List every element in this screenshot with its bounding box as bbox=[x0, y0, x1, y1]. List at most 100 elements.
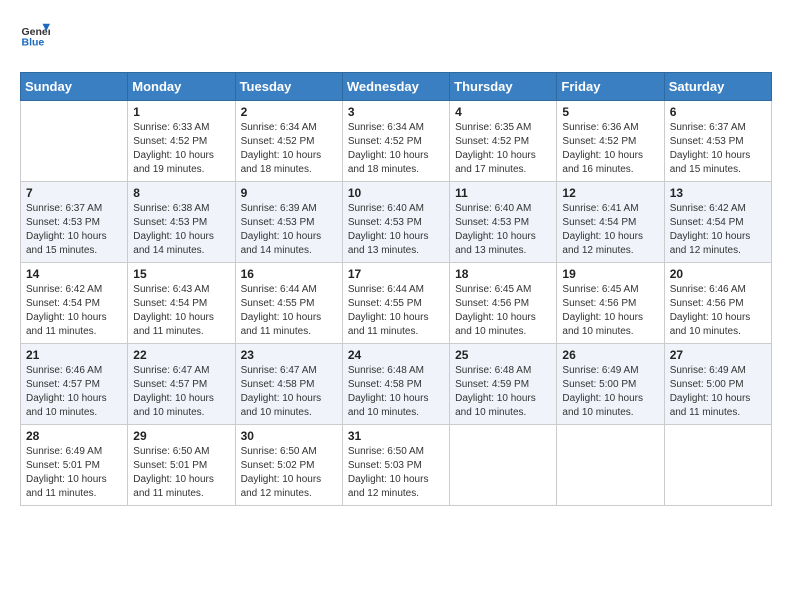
day-info: Sunrise: 6:42 AM Sunset: 4:54 PM Dayligh… bbox=[670, 202, 766, 258]
calendar-cell: 17 Sunrise: 6:44 AM Sunset: 4:55 PM Dayli… bbox=[342, 263, 449, 344]
day-info: Sunrise: 6:49 AM Sunset: 5:00 PM Dayligh… bbox=[670, 364, 766, 420]
day-info: Sunrise: 6:45 AM Sunset: 4:56 PM Dayligh… bbox=[562, 283, 658, 339]
day-number: 19 bbox=[562, 267, 658, 281]
calendar-cell: 1 Sunrise: 6:33 AM Sunset: 4:52 PM Daylig… bbox=[128, 101, 235, 182]
day-number: 21 bbox=[26, 348, 122, 362]
day-info: Sunrise: 6:35 AM Sunset: 4:52 PM Dayligh… bbox=[455, 121, 551, 177]
calendar-cell: 30Sunrise: 6:50 AM Sunset: 5:02 PM Dayli… bbox=[235, 425, 342, 506]
calendar-day-header: Monday bbox=[128, 73, 235, 101]
day-info: Sunrise: 6:46 AM Sunset: 4:57 PM Dayligh… bbox=[26, 364, 122, 420]
day-number: 16 bbox=[241, 267, 337, 281]
day-number: 9 bbox=[241, 186, 337, 200]
day-info: Sunrise: 6:38 AM Sunset: 4:53 PM Dayligh… bbox=[133, 202, 229, 258]
calendar-cell: 26 Sunrise: 6:49 AM Sunset: 5:00 PM Dayli… bbox=[557, 344, 664, 425]
calendar-cell: 3 Sunrise: 6:34 AM Sunset: 4:52 PM Daylig… bbox=[342, 101, 449, 182]
calendar-cell: 13 Sunrise: 6:42 AM Sunset: 4:54 PM Dayli… bbox=[664, 182, 771, 263]
calendar-week-row: 21 Sunrise: 6:46 AM Sunset: 4:57 PM Dayli… bbox=[21, 344, 772, 425]
calendar-cell: 8 Sunrise: 6:38 AM Sunset: 4:53 PM Daylig… bbox=[128, 182, 235, 263]
day-number: 20 bbox=[670, 267, 766, 281]
calendar-cell: 5 Sunrise: 6:36 AM Sunset: 4:52 PM Daylig… bbox=[557, 101, 664, 182]
day-number: 14 bbox=[26, 267, 122, 281]
day-info: Sunrise: 6:41 AM Sunset: 4:54 PM Dayligh… bbox=[562, 202, 658, 258]
day-number: 29 bbox=[133, 429, 229, 443]
svg-text:Blue: Blue bbox=[22, 37, 45, 49]
day-number: 22 bbox=[133, 348, 229, 362]
day-number: 28 bbox=[26, 429, 122, 443]
day-number: 27 bbox=[670, 348, 766, 362]
day-number: 3 bbox=[348, 105, 444, 119]
day-number: 31 bbox=[348, 429, 444, 443]
day-number: 17 bbox=[348, 267, 444, 281]
day-info: Sunrise: 6:49 AM Sunset: 5:01 PM Dayligh… bbox=[26, 445, 122, 501]
day-number: 26 bbox=[562, 348, 658, 362]
day-number: 6 bbox=[670, 105, 766, 119]
calendar-cell bbox=[450, 425, 557, 506]
calendar-cell: 7 Sunrise: 6:37 AM Sunset: 4:53 PM Daylig… bbox=[21, 182, 128, 263]
day-info: Sunrise: 6:39 AM Sunset: 4:53 PM Dayligh… bbox=[241, 202, 337, 258]
calendar-cell: 15Sunrise: 6:43 AM Sunset: 4:54 PM Dayli… bbox=[128, 263, 235, 344]
day-info: Sunrise: 6:50 AM Sunset: 5:03 PM Dayligh… bbox=[348, 445, 444, 501]
day-info: Sunrise: 6:34 AM Sunset: 4:52 PM Dayligh… bbox=[348, 121, 444, 177]
day-info: Sunrise: 6:46 AM Sunset: 4:56 PM Dayligh… bbox=[670, 283, 766, 339]
calendar-cell: 23 Sunrise: 6:47 AM Sunset: 4:58 PM Dayli… bbox=[235, 344, 342, 425]
calendar-cell: 27 Sunrise: 6:49 AM Sunset: 5:00 PM Dayli… bbox=[664, 344, 771, 425]
calendar-day-header: Sunday bbox=[21, 73, 128, 101]
calendar-table: SundayMondayTuesdayWednesdayThursdayFrid… bbox=[20, 72, 772, 506]
day-number: 8 bbox=[133, 186, 229, 200]
day-number: 5 bbox=[562, 105, 658, 119]
calendar-cell: 25 Sunrise: 6:48 AM Sunset: 4:59 PM Dayli… bbox=[450, 344, 557, 425]
calendar-cell: 14 Sunrise: 6:42 AM Sunset: 4:54 PM Dayli… bbox=[21, 263, 128, 344]
day-info: Sunrise: 6:48 AM Sunset: 4:59 PM Dayligh… bbox=[455, 364, 551, 420]
calendar-week-row: 1 Sunrise: 6:33 AM Sunset: 4:52 PM Daylig… bbox=[21, 101, 772, 182]
calendar-cell: 9 Sunrise: 6:39 AM Sunset: 4:53 PM Daylig… bbox=[235, 182, 342, 263]
calendar-cell: 6 Sunrise: 6:37 AM Sunset: 4:53 PM Daylig… bbox=[664, 101, 771, 182]
calendar-day-header: Tuesday bbox=[235, 73, 342, 101]
calendar-cell: 24 Sunrise: 6:48 AM Sunset: 4:58 PM Dayli… bbox=[342, 344, 449, 425]
day-info: Sunrise: 6:37 AM Sunset: 4:53 PM Dayligh… bbox=[670, 121, 766, 177]
day-info: Sunrise: 6:34 AM Sunset: 4:52 PM Dayligh… bbox=[241, 121, 337, 177]
calendar-cell: 31 Sunrise: 6:50 AM Sunset: 5:03 PM Dayli… bbox=[342, 425, 449, 506]
day-info: Sunrise: 6:49 AM Sunset: 5:00 PM Dayligh… bbox=[562, 364, 658, 420]
day-number: 25 bbox=[455, 348, 551, 362]
calendar-week-row: 7 Sunrise: 6:37 AM Sunset: 4:53 PM Daylig… bbox=[21, 182, 772, 263]
logo: General Blue bbox=[20, 20, 55, 50]
calendar-cell bbox=[557, 425, 664, 506]
calendar-cell: 10 Sunrise: 6:40 AM Sunset: 4:53 PM Dayli… bbox=[342, 182, 449, 263]
calendar-week-row: 14 Sunrise: 6:42 AM Sunset: 4:54 PM Dayli… bbox=[21, 263, 772, 344]
day-info: Sunrise: 6:36 AM Sunset: 4:52 PM Dayligh… bbox=[562, 121, 658, 177]
calendar-cell: 22Sunrise: 6:47 AM Sunset: 4:57 PM Dayli… bbox=[128, 344, 235, 425]
day-info: Sunrise: 6:40 AM Sunset: 4:53 PM Dayligh… bbox=[455, 202, 551, 258]
day-info: Sunrise: 6:43 AM Sunset: 4:54 PM Dayligh… bbox=[133, 283, 229, 339]
calendar-cell: 21 Sunrise: 6:46 AM Sunset: 4:57 PM Dayli… bbox=[21, 344, 128, 425]
day-info: Sunrise: 6:42 AM Sunset: 4:54 PM Dayligh… bbox=[26, 283, 122, 339]
day-info: Sunrise: 6:33 AM Sunset: 4:52 PM Dayligh… bbox=[133, 121, 229, 177]
day-number: 7 bbox=[26, 186, 122, 200]
day-number: 24 bbox=[348, 348, 444, 362]
calendar-cell bbox=[21, 101, 128, 182]
day-number: 10 bbox=[348, 186, 444, 200]
day-info: Sunrise: 6:44 AM Sunset: 4:55 PM Dayligh… bbox=[241, 283, 337, 339]
day-info: Sunrise: 6:45 AM Sunset: 4:56 PM Dayligh… bbox=[455, 283, 551, 339]
calendar-week-row: 28 Sunrise: 6:49 AM Sunset: 5:01 PM Dayli… bbox=[21, 425, 772, 506]
calendar-cell: 29Sunrise: 6:50 AM Sunset: 5:01 PM Dayli… bbox=[128, 425, 235, 506]
day-number: 2 bbox=[241, 105, 337, 119]
day-info: Sunrise: 6:40 AM Sunset: 4:53 PM Dayligh… bbox=[348, 202, 444, 258]
calendar-cell: 4Sunrise: 6:35 AM Sunset: 4:52 PM Daylig… bbox=[450, 101, 557, 182]
day-number: 12 bbox=[562, 186, 658, 200]
day-info: Sunrise: 6:44 AM Sunset: 4:55 PM Dayligh… bbox=[348, 283, 444, 339]
day-number: 23 bbox=[241, 348, 337, 362]
day-number: 18 bbox=[455, 267, 551, 281]
day-number: 1 bbox=[133, 105, 229, 119]
day-info: Sunrise: 6:37 AM Sunset: 4:53 PM Dayligh… bbox=[26, 202, 122, 258]
day-number: 13 bbox=[670, 186, 766, 200]
calendar-cell: 11Sunrise: 6:40 AM Sunset: 4:53 PM Dayli… bbox=[450, 182, 557, 263]
calendar-cell: 12 Sunrise: 6:41 AM Sunset: 4:54 PM Dayli… bbox=[557, 182, 664, 263]
day-info: Sunrise: 6:48 AM Sunset: 4:58 PM Dayligh… bbox=[348, 364, 444, 420]
calendar-cell: 28 Sunrise: 6:49 AM Sunset: 5:01 PM Dayli… bbox=[21, 425, 128, 506]
calendar-cell bbox=[664, 425, 771, 506]
day-info: Sunrise: 6:47 AM Sunset: 4:58 PM Dayligh… bbox=[241, 364, 337, 420]
calendar-cell: 16 Sunrise: 6:44 AM Sunset: 4:55 PM Dayli… bbox=[235, 263, 342, 344]
calendar-header-row: SundayMondayTuesdayWednesdayThursdayFrid… bbox=[21, 73, 772, 101]
calendar-cell: 20 Sunrise: 6:46 AM Sunset: 4:56 PM Dayli… bbox=[664, 263, 771, 344]
calendar-day-header: Thursday bbox=[450, 73, 557, 101]
